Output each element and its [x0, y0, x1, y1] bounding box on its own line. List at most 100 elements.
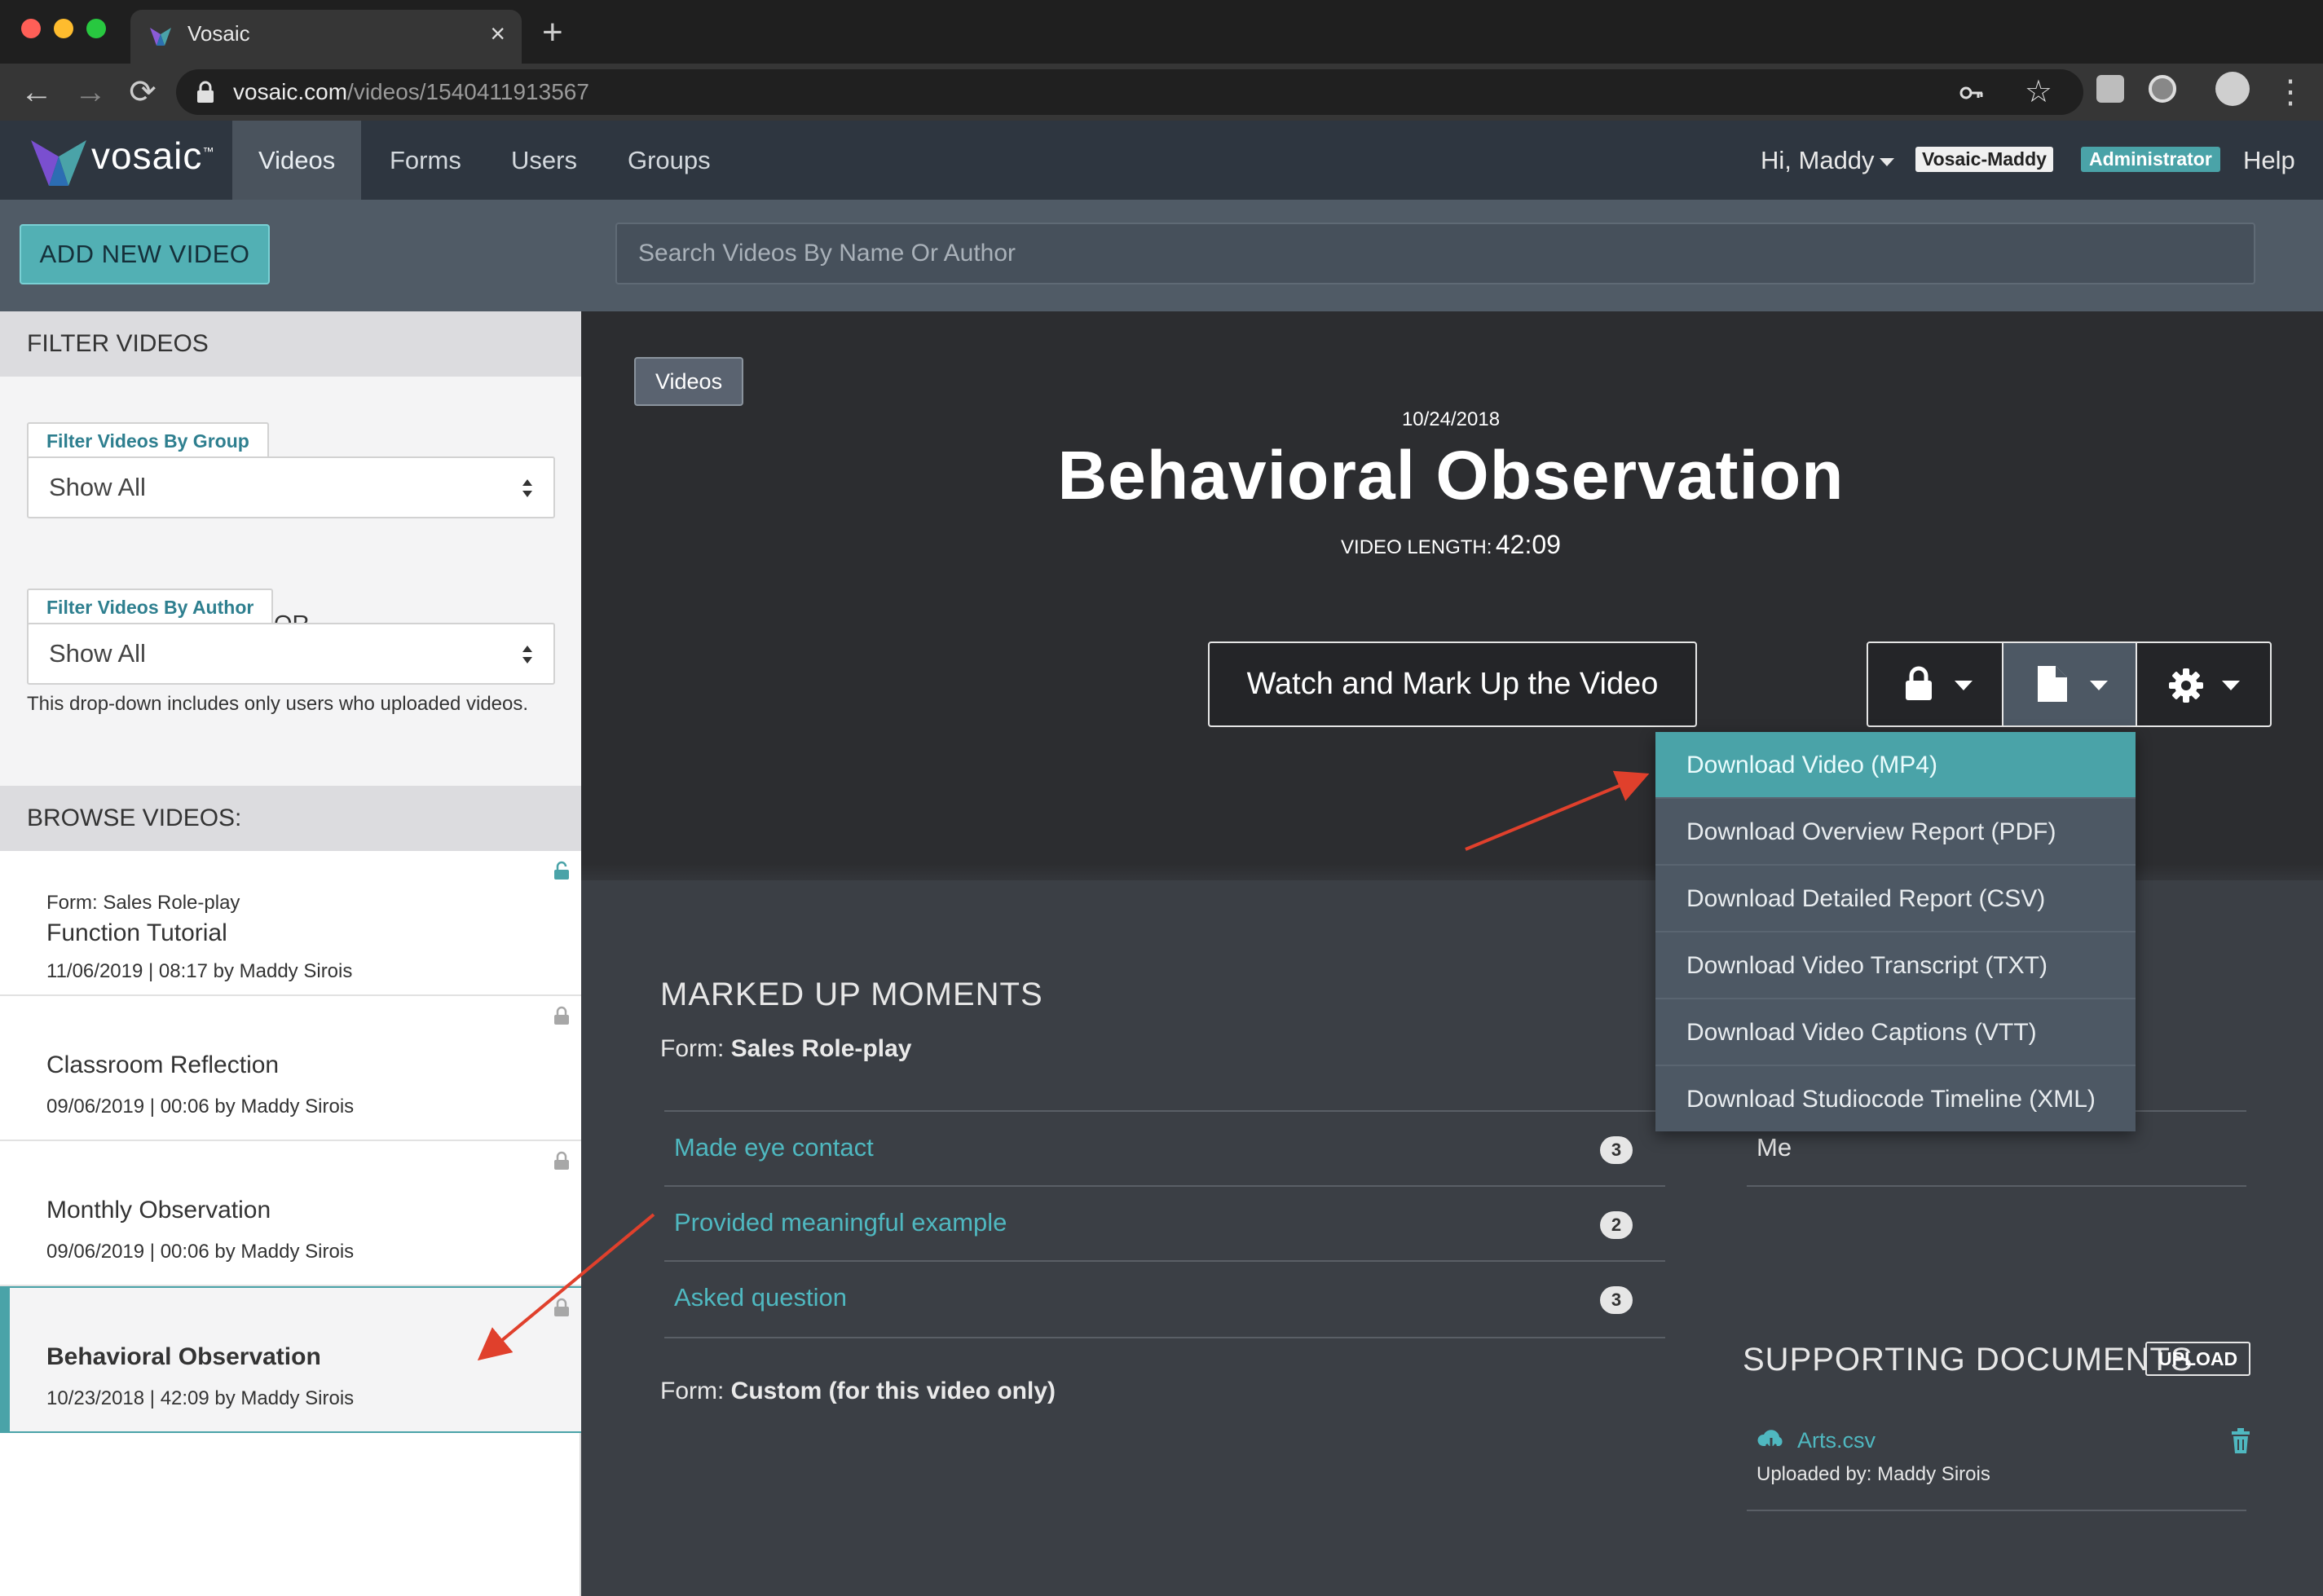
- vosaic-logo[interactable]: vosaic™: [28, 134, 231, 191]
- cloud-download-icon[interactable]: [1757, 1428, 1786, 1453]
- divider: [664, 1337, 1665, 1338]
- video-title: Monthly Observation: [46, 1197, 271, 1223]
- secure-lock-icon: [197, 81, 214, 103]
- moment-row[interactable]: Provided meaningful example 2: [664, 1185, 1665, 1260]
- user-menu[interactable]: Hi, Maddy: [1761, 121, 1894, 200]
- video-length: VIDEO LENGTH: 42:09: [978, 530, 1924, 560]
- document-link[interactable]: Arts.csv: [1797, 1428, 1876, 1453]
- video-meta: 10/23/2018 | 42:09 by Maddy Sirois: [46, 1387, 355, 1409]
- extension-circle-icon[interactable]: [2149, 75, 2176, 103]
- nav-users[interactable]: Users: [485, 121, 603, 200]
- download-vtt-item[interactable]: Download Video Captions (VTT): [1655, 999, 2136, 1066]
- extension-icon[interactable]: [2096, 75, 2124, 103]
- video-meta: 09/06/2019 | 00:06 by Maddy Sirois: [46, 1096, 355, 1118]
- filter-author-label: Filter Videos By Author: [27, 589, 274, 625]
- divider: [1747, 1185, 2246, 1187]
- gear-icon: [2169, 668, 2203, 703]
- moment-count-badge: 3: [1600, 1136, 1633, 1164]
- author-select[interactable]: Show All: [27, 623, 555, 685]
- video-title: Behavioral Observation: [46, 1343, 321, 1370]
- supporting-documents-heading: SUPPORTING DOCUMENTS: [1743, 1342, 2193, 1378]
- browser-tab[interactable]: Vosaic ×: [130, 10, 522, 64]
- select-arrows-icon: [522, 479, 532, 497]
- divider: [1747, 1510, 2246, 1511]
- video-title: Classroom Reflection: [46, 1052, 280, 1078]
- watch-markup-button[interactable]: Watch and Mark Up the Video: [1208, 641, 1697, 727]
- video-length-label: VIDEO LENGTH:: [1341, 536, 1492, 558]
- account-badge: Vosaic-Maddy: [1915, 147, 2053, 172]
- breadcrumb-videos[interactable]: Videos: [634, 357, 744, 406]
- role-badge: Administrator: [2081, 147, 2220, 172]
- bookmark-star-icon[interactable]: ☆: [2025, 74, 2052, 110]
- close-window-button[interactable]: [21, 19, 41, 38]
- app-navbar: vosaic™ Videos Forms Users Groups Hi, Ma…: [0, 121, 2323, 200]
- download-mp4-item[interactable]: Download Video (MP4): [1655, 732, 2136, 799]
- video-list-item-selected[interactable]: Behavioral Observation 10/23/2018 | 42:0…: [0, 1286, 581, 1433]
- nav-forms[interactable]: Forms: [364, 121, 487, 200]
- back-button[interactable]: ←: [16, 72, 57, 112]
- filter-note: This drop-down includes only users who u…: [27, 693, 529, 715]
- right-column-text: Me: [1757, 1133, 1792, 1162]
- video-list-item[interactable]: Monthly Observation 09/06/2019 | 00:06 b…: [0, 1141, 581, 1286]
- toolbar: ADD NEW VIDEO: [0, 200, 2323, 311]
- document-uploader: Uploaded by: Maddy Sirois: [1757, 1463, 1990, 1485]
- video-list-item[interactable]: Form: Sales Role-play Function Tutorial …: [0, 851, 581, 996]
- download-pdf-item[interactable]: Download Overview Report (PDF): [1655, 799, 2136, 866]
- lock-icon: [554, 1298, 569, 1316]
- add-new-video-button[interactable]: ADD NEW VIDEO: [20, 224, 270, 284]
- moment-row[interactable]: Made eye contact 3: [664, 1110, 1665, 1185]
- url-field[interactable]: vosaic.com/videos/1540411913567 ☆: [176, 69, 2083, 115]
- forward-button[interactable]: →: [70, 72, 111, 112]
- video-form-name: Form: Sales Role-play: [46, 892, 240, 914]
- video-list-item[interactable]: Classroom Reflection 09/06/2019 | 00:06 …: [0, 996, 581, 1141]
- download-dropdown-button[interactable]: [2002, 643, 2137, 725]
- new-tab-button[interactable]: +: [542, 15, 563, 51]
- download-xml-item[interactable]: Download Studiocode Timeline (XML): [1655, 1066, 2136, 1133]
- minimize-window-button[interactable]: [54, 19, 73, 38]
- profile-avatar[interactable]: [2215, 72, 2250, 106]
- document-icon: [2038, 666, 2067, 702]
- tab-title: Vosaic: [187, 21, 250, 46]
- filter-videos-heading: FILTER VIDEOS: [0, 311, 581, 377]
- group-select[interactable]: Show All: [27, 456, 555, 518]
- chevron-down-icon: [1879, 157, 1894, 166]
- moment-label[interactable]: Made eye contact: [674, 1133, 874, 1162]
- moment-label[interactable]: Asked question: [674, 1283, 847, 1312]
- moment-count-badge: 2: [1600, 1211, 1633, 1239]
- url-path: /videos/1540411913567: [347, 79, 589, 104]
- download-csv-item[interactable]: Download Detailed Report (CSV): [1655, 866, 2136, 932]
- url-host: vosaic.com: [233, 79, 348, 104]
- nav-groups[interactable]: Groups: [602, 121, 737, 200]
- settings-dropdown-button[interactable]: [2137, 643, 2270, 725]
- video-length-value: 42:09: [1495, 530, 1561, 559]
- upload-button[interactable]: UPLOAD: [2145, 1342, 2251, 1376]
- video-meta: 09/06/2019 | 00:06 by Maddy Sirois: [46, 1241, 355, 1263]
- tab-close-icon[interactable]: ×: [490, 18, 505, 49]
- search-input[interactable]: [615, 223, 2255, 284]
- reload-button[interactable]: ⟳: [122, 72, 163, 112]
- nav-videos[interactable]: Videos: [232, 121, 362, 200]
- privacy-dropdown-button[interactable]: [1868, 643, 2002, 725]
- download-txt-item[interactable]: Download Video Transcript (TXT): [1655, 932, 2136, 999]
- form-label: Form:: [660, 1035, 725, 1062]
- browser-menu-icon[interactable]: ⋮: [2274, 72, 2307, 112]
- logo-trademark: ™: [202, 144, 215, 158]
- video-date: 10/24/2018: [1401, 408, 1501, 430]
- moment-row[interactable]: Asked question 3: [664, 1260, 1665, 1335]
- user-greeting: Hi, Maddy: [1761, 146, 1875, 174]
- form-name: Sales Role-play: [730, 1035, 912, 1062]
- form-label: Form:: [660, 1378, 725, 1404]
- lock-icon: [1906, 666, 1932, 700]
- chevron-down-icon: [2222, 681, 2240, 690]
- chevron-down-icon: [2090, 681, 2108, 690]
- logo-text: vosaic: [91, 134, 203, 177]
- help-link[interactable]: Help: [2243, 121, 2295, 200]
- video-actions-group: [1867, 641, 2272, 727]
- trash-icon[interactable]: [2230, 1428, 2251, 1454]
- maximize-window-button[interactable]: [86, 19, 106, 38]
- video-title: Function Tutorial: [46, 919, 227, 946]
- key-icon[interactable]: [1958, 79, 1986, 107]
- page-title: Behavioral Observation: [1057, 437, 1845, 514]
- moments-form-line: Form: Sales Role-play: [660, 1035, 911, 1063]
- moment-label[interactable]: Provided meaningful example: [674, 1208, 1007, 1237]
